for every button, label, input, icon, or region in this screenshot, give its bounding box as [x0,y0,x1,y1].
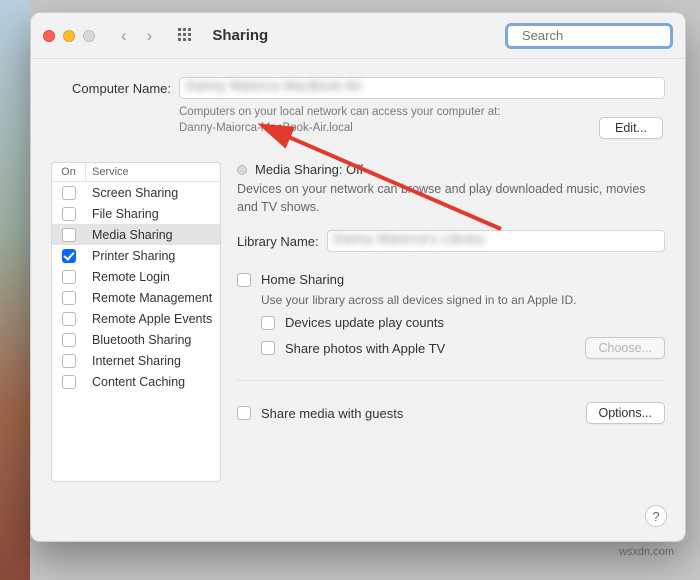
checkbox-icon[interactable] [261,316,275,330]
checkbox-icon[interactable] [62,270,76,284]
home-sharing-hint: Use your library across all devices sign… [261,293,665,307]
titlebar: ‹ › Sharing [31,13,685,59]
service-label: Bluetooth Sharing [86,333,220,347]
watermark: wsxdn.com [619,546,674,558]
service-row[interactable]: Media Sharing [52,224,220,245]
computer-name-label: Computer Name: [51,81,171,96]
library-name-row: Library Name: Danny Maiorca's Library [237,230,665,252]
content-area: Computer Name: Danny Maiorca MacBook Air… [31,59,685,541]
computer-name-note: Computers on your local network can acce… [179,105,665,136]
service-label: File Sharing [86,207,220,221]
home-sharing-label: Home Sharing [261,272,344,287]
show-all-icon[interactable] [178,28,194,44]
checkbox-icon[interactable] [261,341,275,355]
service-row[interactable]: Screen Sharing [52,182,220,203]
minimize-icon[interactable] [63,30,75,42]
service-description: Devices on your network can browse and p… [237,181,665,216]
computer-name-value: Danny Maiorca MacBook Air [186,78,363,93]
checkbox-icon[interactable] [62,207,76,221]
checkbox-icon[interactable] [62,333,76,347]
detail-pane: Media Sharing: Off Devices on your netwo… [237,162,665,482]
service-label: Printer Sharing [86,249,220,263]
service-row[interactable]: Remote Management [52,287,220,308]
share-photos-option[interactable]: Share photos with Apple TV Choose... [261,336,665,360]
nav-arrows: ‹ › [121,26,152,46]
window-controls [43,30,95,42]
library-name-label: Library Name: [237,234,319,249]
service-label: Internet Sharing [86,354,220,368]
services-header: On Service [52,163,220,182]
checkbox-icon[interactable] [62,354,76,368]
search-input[interactable] [520,27,700,44]
service-row[interactable]: Content Caching [52,371,220,392]
help-button[interactable]: ? [645,505,667,527]
share-guests-option[interactable]: Share media with guests Options... [237,401,665,425]
services-list: On Service Screen Sharing File Sharing Med… [51,162,221,482]
library-name-field[interactable]: Danny Maiorca's Library [327,230,665,252]
checkbox-icon[interactable] [237,273,251,287]
options-button[interactable]: Options... [586,402,666,424]
preferences-window: ‹ › Sharing Computer Name: Danny Maiorca… [30,12,686,542]
status-indicator-icon [237,165,247,175]
checkbox-icon[interactable] [62,375,76,389]
column-service: Service [86,163,220,181]
choose-button[interactable]: Choose... [585,337,665,359]
service-row[interactable]: Printer Sharing [52,245,220,266]
forward-button[interactable]: › [147,26,153,46]
service-label: Media Sharing [86,228,220,242]
checkbox-icon[interactable] [237,406,251,420]
share-guests-label: Share media with guests [261,406,403,421]
zoom-icon[interactable] [83,30,95,42]
devices-update-option[interactable]: Devices update play counts [261,315,665,330]
close-icon[interactable] [43,30,55,42]
checkbox-icon[interactable] [62,291,76,305]
computer-name-field[interactable]: Danny Maiorca MacBook Air [179,77,665,99]
status-text: Media Sharing: Off [255,162,363,177]
service-label: Remote Management [86,291,220,305]
edit-button[interactable]: Edit... [599,117,663,139]
column-on: On [52,163,86,181]
page-title: Sharing [212,27,268,44]
service-row[interactable]: Remote Login [52,266,220,287]
checkbox-icon[interactable] [62,186,76,200]
service-row[interactable]: File Sharing [52,203,220,224]
service-row[interactable]: Internet Sharing [52,350,220,371]
service-label: Content Caching [86,375,220,389]
divider [237,380,665,381]
library-name-value: Danny Maiorca's Library [334,231,485,246]
search-field[interactable] [505,23,673,49]
computer-name-row: Computer Name: Danny Maiorca MacBook Air [51,77,665,99]
back-button[interactable]: ‹ [121,26,127,46]
home-sharing-option[interactable]: Home Sharing [237,272,665,287]
service-label: Screen Sharing [86,186,220,200]
service-row[interactable]: Bluetooth Sharing [52,329,220,350]
service-label: Remote Login [86,270,220,284]
checkbox-icon[interactable] [62,312,76,326]
checkbox-icon[interactable] [62,249,76,263]
service-status: Media Sharing: Off [237,162,665,177]
checkbox-icon[interactable] [62,228,76,242]
service-label: Remote Apple Events [86,312,220,326]
devices-update-label: Devices update play counts [285,315,444,330]
service-row[interactable]: Remote Apple Events [52,308,220,329]
share-photos-label: Share photos with Apple TV [285,341,445,356]
